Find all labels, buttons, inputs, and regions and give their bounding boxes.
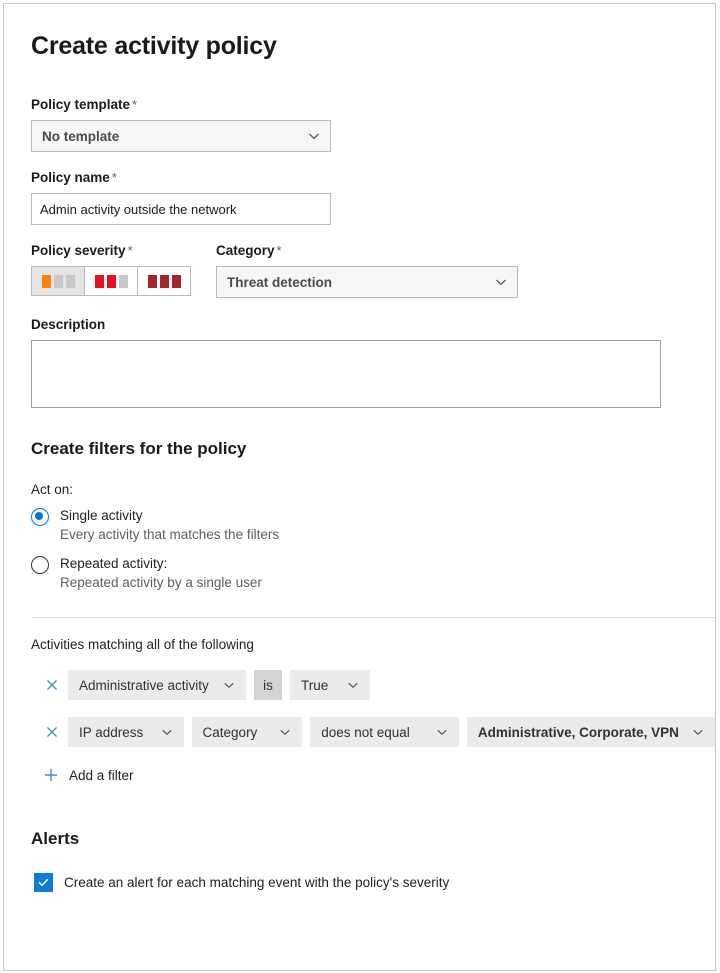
chevron-down-icon xyxy=(436,726,448,738)
filter-attribute-value: Administrative activity xyxy=(79,678,215,693)
create-activity-policy-panel: Create activity policy Policy template* … xyxy=(3,3,716,971)
policy-severity-label-text: Policy severity xyxy=(31,243,126,258)
filter-attribute-dropdown[interactable]: Administrative activity xyxy=(68,670,246,700)
severity-block xyxy=(160,275,169,288)
filter-value-dropdown[interactable]: True xyxy=(290,670,370,700)
radio-single-activity-label: Single activity xyxy=(60,507,279,524)
category-select[interactable]: Threat detection xyxy=(216,266,518,298)
filter-attribute-value: IP address xyxy=(79,725,153,740)
filter-operator-value: does not equal xyxy=(321,725,428,740)
policy-template-value: No template xyxy=(42,129,308,144)
page-title: Create activity policy xyxy=(31,4,715,61)
severity-block xyxy=(95,275,104,288)
severity-option-low[interactable] xyxy=(32,267,85,295)
severity-block xyxy=(148,275,157,288)
severity-block xyxy=(119,275,128,288)
create-filters-heading: Create filters for the policy xyxy=(31,439,715,459)
policy-name-label: Policy name* xyxy=(31,170,715,186)
policy-severity-label: Policy severity* xyxy=(31,243,216,259)
plus-icon xyxy=(43,767,59,783)
alerts-create-alert-label: Create an alert for each matching event … xyxy=(64,875,449,890)
policy-template-label-text: Policy template xyxy=(31,97,130,112)
chevron-down-icon xyxy=(161,726,173,738)
add-filter-button[interactable]: Add a filter xyxy=(43,767,134,783)
act-on-label: Act on: xyxy=(31,481,715,498)
severity-block xyxy=(42,275,51,288)
alerts-heading: Alerts xyxy=(31,829,715,849)
severity-option-medium[interactable] xyxy=(85,267,138,295)
filter-row: IP address Category does not equal Admin… xyxy=(43,717,715,747)
radio-single-activity-sublabel: Every activity that matches the filters xyxy=(60,526,279,543)
required-asterisk: * xyxy=(112,170,117,185)
radio-single-activity[interactable]: Single activity Every activity that matc… xyxy=(31,507,715,543)
filter-operator-dropdown[interactable]: does not equal xyxy=(310,717,459,747)
policy-name-label-text: Policy name xyxy=(31,170,110,185)
radio-indicator-unselected xyxy=(31,556,49,574)
policy-name-input[interactable] xyxy=(31,193,331,225)
chevron-down-icon xyxy=(692,726,704,738)
chevron-down-icon xyxy=(495,276,507,288)
chevron-down-icon xyxy=(347,679,359,691)
required-asterisk: * xyxy=(132,97,137,112)
checkbox-indicator-checked xyxy=(34,873,53,892)
severity-block xyxy=(66,275,75,288)
close-x-icon[interactable] xyxy=(43,677,60,694)
activities-heading: Activities matching all of the following xyxy=(31,636,715,653)
category-value: Threat detection xyxy=(227,275,495,290)
description-textarea[interactable] xyxy=(31,340,661,408)
filter-row: Administrative activity is True xyxy=(43,670,715,700)
policy-severity-picker[interactable] xyxy=(31,266,191,296)
severity-option-high[interactable] xyxy=(138,267,190,295)
radio-repeated-activity-sublabel: Repeated activity by a single user xyxy=(60,574,262,591)
filter-value-text: True xyxy=(301,678,339,693)
radio-repeated-activity[interactable]: Repeated activity: Repeated activity by … xyxy=(31,555,715,591)
radio-repeated-activity-label: Repeated activity: xyxy=(60,555,262,572)
severity-block xyxy=(172,275,181,288)
severity-block xyxy=(107,275,116,288)
close-x-icon[interactable] xyxy=(43,724,60,741)
radio-indicator-selected xyxy=(31,508,49,526)
section-divider xyxy=(31,617,716,618)
description-label: Description xyxy=(31,317,715,333)
filter-subattribute-dropdown[interactable]: Category xyxy=(192,717,303,747)
add-filter-label: Add a filter xyxy=(69,768,134,783)
chevron-down-icon xyxy=(308,130,320,142)
policy-template-label: Policy template* xyxy=(31,97,715,113)
filter-attribute-dropdown[interactable]: IP address xyxy=(68,717,184,747)
filter-value-text: Administrative, Corporate, VPN xyxy=(478,725,684,740)
category-label-text: Category xyxy=(216,243,275,258)
policy-template-select[interactable]: No template xyxy=(31,120,331,152)
filter-subattribute-value: Category xyxy=(203,725,272,740)
category-label: Category* xyxy=(216,243,518,259)
filter-value-dropdown[interactable]: Administrative, Corporate, VPN xyxy=(467,717,715,747)
chevron-down-icon xyxy=(279,726,291,738)
required-asterisk: * xyxy=(277,243,282,258)
filter-operator-value: is xyxy=(263,678,273,693)
required-asterisk: * xyxy=(128,243,133,258)
alerts-create-alert-checkbox[interactable]: Create an alert for each matching event … xyxy=(34,873,715,892)
filter-operator-static: is xyxy=(254,670,282,700)
chevron-down-icon xyxy=(223,679,235,691)
severity-block xyxy=(54,275,63,288)
